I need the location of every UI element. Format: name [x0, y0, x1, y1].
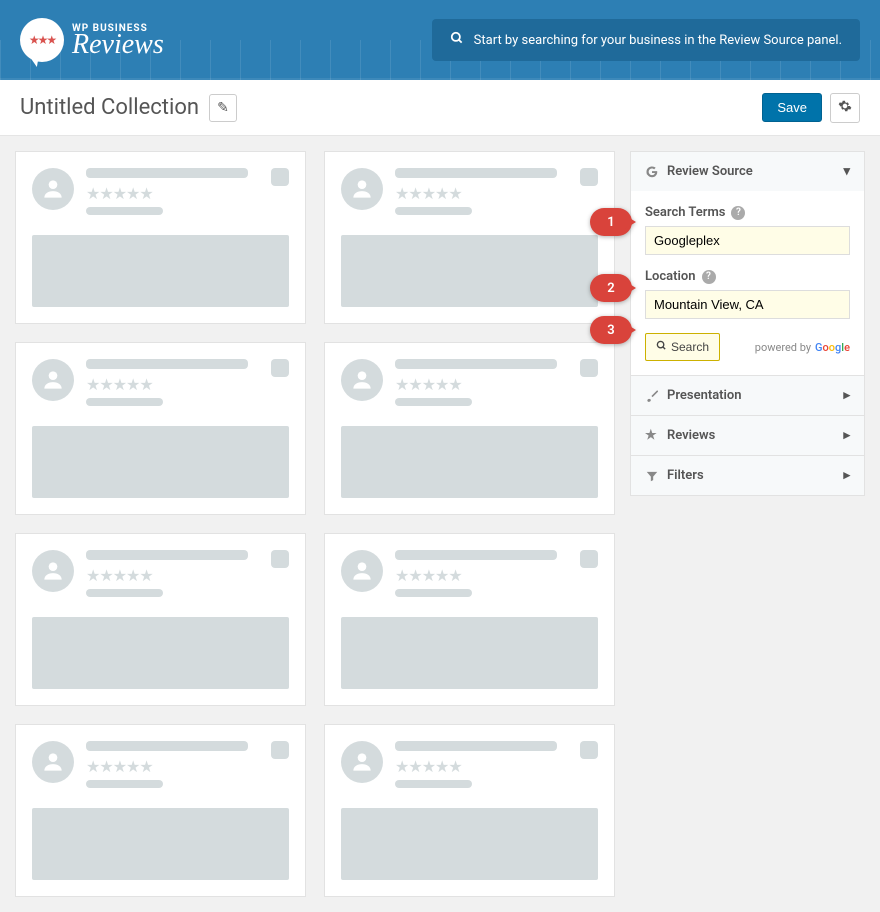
save-button[interactable]: Save: [762, 93, 822, 122]
titlebar: Untitled Collection ✎ Save: [0, 80, 880, 136]
review-card-placeholder: ★★★★★: [15, 342, 306, 515]
star-icon: ★★★★★: [395, 184, 462, 203]
panel-filters: Filters ▸: [630, 455, 865, 496]
chevron-down-icon: ▾: [843, 164, 850, 179]
star-icon: ★★★★★: [86, 757, 153, 776]
review-card-placeholder: ★★★★★: [324, 533, 615, 706]
search-icon: [450, 31, 464, 49]
panel-head-presentation[interactable]: Presentation ▸: [631, 376, 864, 415]
source-icon: [580, 359, 598, 377]
star-icon: ★: [645, 428, 659, 443]
review-card-placeholder: ★★★★★: [15, 151, 306, 324]
panel-title: Reviews: [667, 428, 715, 443]
settings-button[interactable]: [830, 93, 860, 123]
header-tip: Start by searching for your business in …: [432, 19, 860, 61]
logo-line2: Reviews: [72, 34, 164, 56]
header-tip-text: Start by searching for your business in …: [474, 33, 842, 48]
settings-sidebar: Review Source ▾ Search Terms ? Location …: [630, 151, 865, 495]
pencil-icon: ✎: [217, 99, 229, 116]
brush-icon: [645, 389, 659, 403]
panel-title: Presentation: [667, 388, 742, 403]
source-icon: [580, 168, 598, 186]
review-card-placeholder: ★★★★★: [15, 533, 306, 706]
help-icon[interactable]: ?: [731, 206, 745, 220]
page-title: Untitled Collection: [20, 95, 199, 120]
source-icon: [580, 550, 598, 568]
source-icon: [271, 741, 289, 759]
chevron-right-icon: ▸: [843, 428, 850, 443]
star-icon: ★★★★★: [395, 757, 462, 776]
panel-head-reviews[interactable]: ★ Reviews ▸: [631, 416, 864, 455]
preview-grid: ★★★★★ ★★★★★ ★★★★★ ★★★★★ ★★★★★ ★★★★★ ★★★★…: [0, 136, 630, 912]
filter-icon: [645, 469, 659, 483]
logo-text: WP BUSINESS Reviews: [72, 23, 164, 56]
review-card-placeholder: ★★★★★: [324, 342, 615, 515]
panel-presentation: Presentation ▸: [630, 375, 865, 416]
help-icon[interactable]: ?: [702, 270, 716, 284]
source-icon: [271, 550, 289, 568]
search-icon: [656, 340, 667, 354]
panel-head-filters[interactable]: Filters ▸: [631, 456, 864, 495]
avatar-icon: [32, 741, 74, 783]
panel-review-source: Review Source ▾ Search Terms ? Location …: [630, 151, 865, 376]
annotation-callout-2: 2: [590, 274, 632, 302]
annotation-callout-1: 1: [590, 208, 632, 236]
source-icon: [271, 359, 289, 377]
annotation-callout-3: 3: [590, 316, 632, 344]
review-card-placeholder: ★★★★★: [15, 724, 306, 897]
location-input[interactable]: [645, 290, 850, 319]
chevron-right-icon: ▸: [843, 468, 850, 483]
panel-title: Review Source: [667, 164, 753, 179]
panel-head-review-source[interactable]: Review Source ▾: [631, 152, 864, 191]
chevron-right-icon: ▸: [843, 388, 850, 403]
logo-bubble-icon: ★★★: [20, 18, 64, 62]
powered-by: powered by Google: [755, 341, 850, 354]
app-logo: ★★★ WP BUSINESS Reviews: [20, 18, 164, 62]
source-icon: [271, 168, 289, 186]
panel-title: Filters: [667, 468, 704, 483]
google-g-icon: [645, 165, 659, 179]
star-icon: ★★★★★: [395, 566, 462, 585]
main-content: ★★★★★ ★★★★★ ★★★★★ ★★★★★ ★★★★★ ★★★★★ ★★★★…: [0, 136, 880, 912]
avatar-icon: [341, 741, 383, 783]
star-icon: ★★★★★: [395, 375, 462, 394]
review-card-placeholder: ★★★★★: [324, 724, 615, 897]
google-logo: Google: [815, 341, 850, 354]
avatar-icon: [341, 359, 383, 401]
search-terms-input[interactable]: [645, 226, 850, 255]
logo-stars-icon: ★★★: [29, 33, 55, 47]
search-terms-label: Search Terms ?: [645, 205, 850, 220]
app-header: ★★★ WP BUSINESS Reviews Start by searchi…: [0, 0, 880, 80]
avatar-icon: [341, 550, 383, 592]
avatar-icon: [32, 168, 74, 210]
panel-reviews: ★ Reviews ▸: [630, 415, 865, 456]
search-button[interactable]: Search: [645, 333, 720, 361]
source-icon: [580, 741, 598, 759]
avatar-icon: [32, 550, 74, 592]
avatar-icon: [341, 168, 383, 210]
star-icon: ★★★★★: [86, 375, 153, 394]
gear-icon: [838, 99, 852, 116]
avatar-icon: [32, 359, 74, 401]
edit-title-button[interactable]: ✎: [209, 94, 237, 122]
review-card-placeholder: ★★★★★: [324, 151, 615, 324]
star-icon: ★★★★★: [86, 566, 153, 585]
star-icon: ★★★★★: [86, 184, 153, 203]
location-label: Location ?: [645, 269, 850, 284]
